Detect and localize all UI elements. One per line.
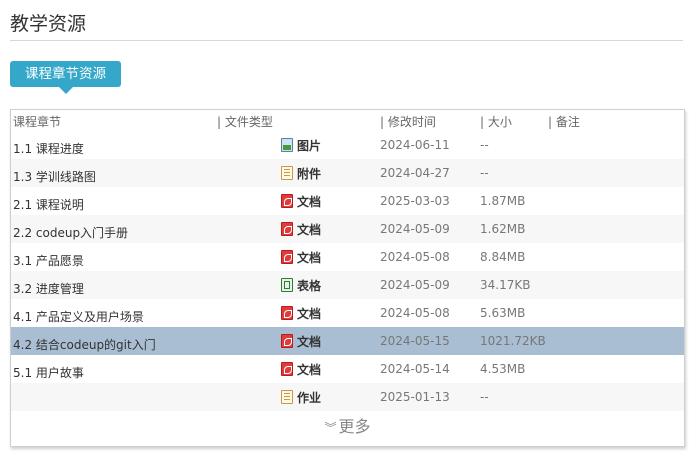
resource-name[interactable]: 3.2 进度管理 — [13, 280, 84, 297]
table-row[interactable]: 2.2 codeup入门手册 文档 2024-05-09 1.62MB — [11, 215, 684, 243]
modified-time: 2024-05-15 — [380, 334, 450, 348]
course-chapter-resources-tab[interactable]: 课程章节资源 — [10, 61, 121, 94]
title-divider — [10, 40, 683, 41]
header-time[interactable]: | 修改时间 — [380, 113, 436, 130]
file-type: 附件 — [281, 164, 321, 182]
modified-time: 2025-03-03 — [380, 194, 450, 208]
page-title: 教学资源 — [10, 13, 87, 35]
file-type: 文档 — [281, 332, 321, 350]
file-size: -- — [480, 390, 489, 404]
resource-name[interactable]: 1.1 课程进度 — [13, 140, 84, 157]
file-size: 1.87MB — [480, 194, 526, 208]
modified-time: 2024-05-08 — [380, 306, 450, 320]
pdf-icon — [281, 194, 293, 208]
table-header: 课程章节 | 文件类型 | 修改时间 | 大小 | 备注 — [11, 110, 684, 129]
header-size[interactable]: | 大小 — [480, 113, 512, 130]
spreadsheet-icon — [281, 278, 293, 292]
pdf-icon — [281, 362, 293, 376]
file-size: -- — [480, 166, 489, 180]
image-icon — [281, 138, 293, 152]
resource-name[interactable]: 2.2 codeup入门手册 — [13, 224, 128, 241]
resource-name[interactable]: 2.1 课程说明 — [13, 196, 84, 213]
double-chevron-down-icon: ︾ — [324, 421, 336, 435]
modified-time: 2024-05-14 — [380, 362, 450, 376]
file-size: 1.62MB — [480, 222, 526, 236]
resource-name[interactable]: 5.1 用户故事 — [13, 364, 84, 381]
table-row[interactable]: 3.2 进度管理 表格 2024-05-09 34.17KB — [11, 271, 684, 299]
file-size: 5.63MB — [480, 306, 526, 320]
tab-label: 课程章节资源 — [25, 66, 106, 82]
tab-pointer — [58, 87, 73, 94]
header-note[interactable]: | 备注 — [548, 113, 580, 130]
resource-name[interactable]: 4.2 结合codeup的git入门 — [13, 336, 156, 353]
file-type: 文档 — [281, 360, 321, 378]
file-type: 文档 — [281, 248, 321, 266]
resource-name[interactable]: 1.3 学训线路图 — [13, 168, 96, 185]
file-type: 图片 — [281, 136, 321, 154]
load-more-label: 更多 — [338, 417, 371, 436]
table-row[interactable]: 1.3 学训线路图 附件 2024-04-27 -- — [11, 159, 684, 187]
table-row[interactable]: 5.1 用户故事 文档 2024-05-14 4.53MB — [11, 355, 684, 383]
modified-time: 2024-05-08 — [380, 250, 450, 264]
resource-name[interactable]: 4.1 产品定义及用户场景 — [13, 308, 144, 325]
table-row[interactable]: 3.1 产品愿景 文档 2024-05-08 8.84MB — [11, 243, 684, 271]
pdf-icon — [281, 250, 293, 264]
load-more-button[interactable]: ︾ 更多 — [11, 413, 684, 437]
table-row[interactable]: 2.1 课程说明 文档 2025-03-03 1.87MB — [11, 187, 684, 215]
file-type: 文档 — [281, 304, 321, 322]
modified-time: 2025-01-13 — [380, 390, 450, 404]
header-type[interactable]: | 文件类型 — [217, 113, 273, 130]
modified-time: 2024-05-09 — [380, 278, 450, 292]
file-size: 4.53MB — [480, 362, 526, 376]
file-type: 文档 — [281, 192, 321, 210]
file-type: 作业 — [281, 388, 321, 406]
modified-time: 2024-05-09 — [380, 222, 450, 236]
modified-time: 2024-06-11 — [380, 138, 450, 152]
pdf-icon — [281, 334, 293, 348]
document-icon — [281, 390, 293, 404]
file-size: 1021.72KB — [480, 334, 546, 348]
table-row[interactable]: 4.1 产品定义及用户场景 文档 2024-05-08 5.63MB — [11, 299, 684, 327]
table-row[interactable]: 1.1 课程进度 图片 2024-06-11 -- — [11, 131, 684, 159]
header-name[interactable]: 课程章节 — [13, 113, 61, 130]
file-type: 表格 — [281, 276, 321, 294]
file-type: 文档 — [281, 220, 321, 238]
file-size: 8.84MB — [480, 250, 526, 264]
pdf-icon — [281, 222, 293, 236]
table-row-selected[interactable]: 4.2 结合codeup的git入门 文档 2024-05-15 1021.72… — [11, 327, 684, 355]
document-icon — [281, 166, 293, 180]
resource-table: 课程章节 | 文件类型 | 修改时间 | 大小 | 备注 1.1 课程进度 图片… — [10, 109, 685, 447]
pdf-icon — [281, 306, 293, 320]
resource-name[interactable]: 3.1 产品愿景 — [13, 252, 84, 269]
file-size: 34.17KB — [480, 278, 531, 292]
table-row[interactable]: 作业 2025-01-13 -- — [11, 383, 684, 411]
modified-time: 2024-04-27 — [380, 166, 450, 180]
file-size: -- — [480, 138, 489, 152]
